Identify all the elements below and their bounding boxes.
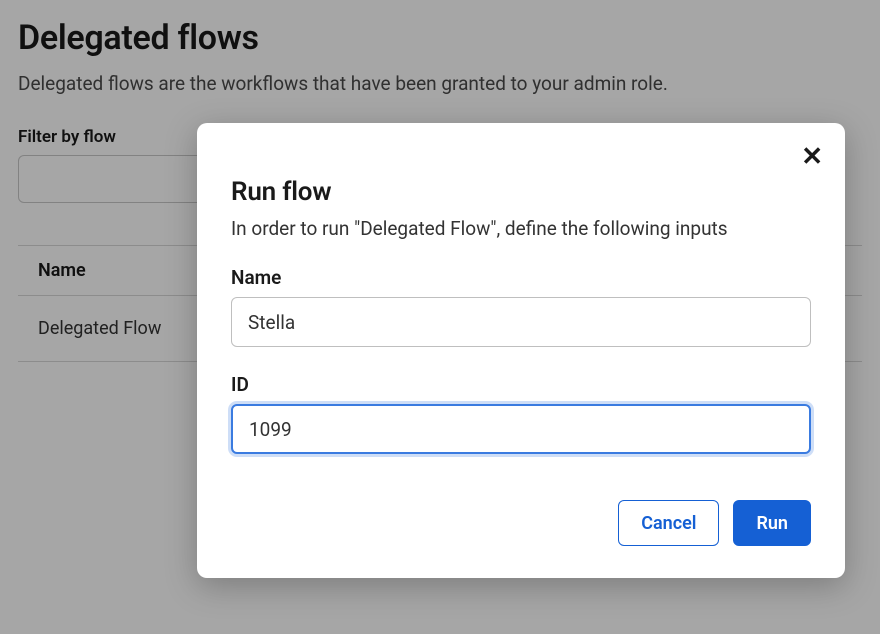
run-flow-modal: ✕ Run flow In order to run "Delegated Fl… — [197, 123, 845, 578]
name-label: Name — [231, 266, 811, 289]
cancel-button[interactable]: Cancel — [618, 500, 719, 546]
modal-actions: Cancel Run — [231, 500, 811, 546]
modal-subtitle: In order to run "Delegated Flow", define… — [231, 217, 811, 240]
id-label: ID — [231, 373, 811, 396]
run-button[interactable]: Run — [733, 500, 811, 546]
close-icon[interactable]: ✕ — [801, 143, 823, 169]
modal-title: Run flow — [231, 177, 811, 207]
name-input[interactable] — [231, 297, 811, 347]
id-field-group: ID — [231, 373, 811, 454]
id-input[interactable] — [231, 404, 811, 454]
name-field-group: Name — [231, 266, 811, 347]
